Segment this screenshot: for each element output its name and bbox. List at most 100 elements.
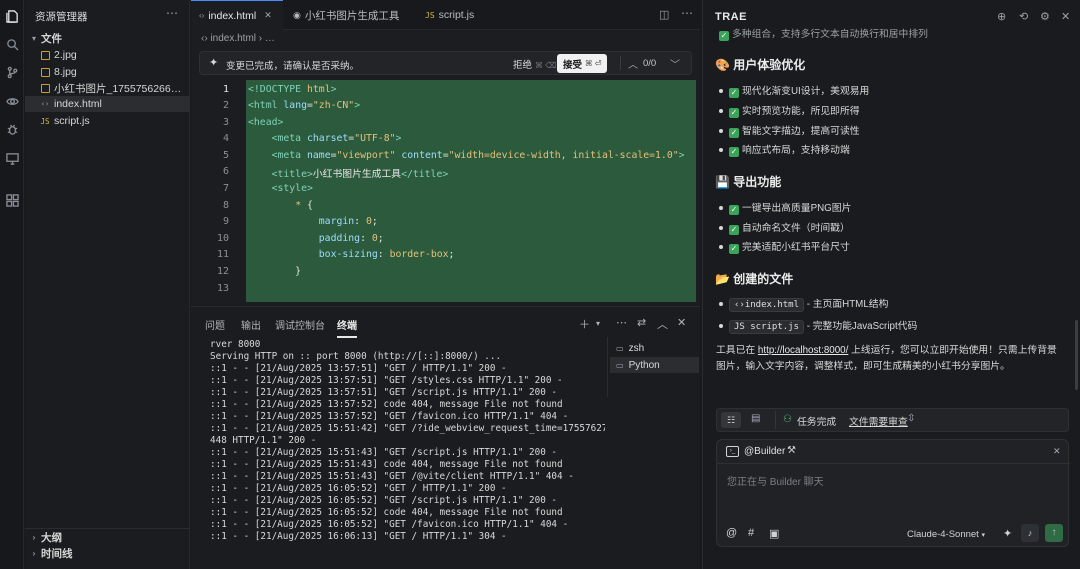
breadcrumb[interactable]: ‹› index.html › … — [201, 33, 275, 44]
search-icon[interactable] — [3, 35, 21, 53]
line-number: 12 — [216, 266, 229, 277]
timeline-label: 时间线 — [41, 547, 73, 560]
sparkle-icon[interactable]: ✦ — [1003, 527, 1012, 540]
more-icon[interactable]: ⋯ — [616, 316, 627, 329]
tree-item-8jpg[interactable]: 8.jpg — [25, 64, 190, 80]
tree-folder[interactable]: ▾ 文件 — [25, 30, 190, 46]
change-banner: ✦ 变更已完成，请确认是否采纳。 拒绝 ⌘ ⌫ 接受 ⌘ ⏎ ︿ 0/0 ﹀ — [199, 51, 692, 75]
accept-label: 接受 — [563, 59, 583, 71]
document-icon[interactable]: ▤ — [751, 413, 760, 424]
expand-icon[interactable]: ⇳ — [907, 413, 915, 424]
check-icon: ✓ — [729, 128, 739, 138]
terminal-line: ::1 - - [21/Aug/2025 13:57:52] "GET /fav… — [210, 411, 569, 422]
chevron-down-icon[interactable]: ▾ — [596, 319, 600, 328]
terminal-list: ▭ zsh ▭ Python — [607, 337, 700, 397]
preview-eye-icon[interactable] — [3, 92, 21, 110]
reject-button[interactable]: 拒绝 ⌘ ⌫ — [513, 57, 557, 71]
code-line: <html lang="zh-CN"> — [248, 100, 361, 111]
tab-preview[interactable]: ◉ 小红书图片生成工具 — [285, 0, 415, 30]
list-item-text: 自动命名文件（时间戳） — [742, 223, 850, 234]
mention-icon[interactable]: @ — [726, 527, 737, 539]
image-icon[interactable]: ▣ — [769, 527, 779, 540]
hash-icon[interactable]: # — [748, 527, 754, 539]
sync-icon[interactable]: ⇄ — [637, 316, 646, 329]
debug-icon[interactable] — [3, 120, 21, 138]
task-done-icon: ⚇ — [783, 414, 792, 425]
section-heading-files: 📂 创建的文件 — [715, 272, 794, 286]
close-icon[interactable]: ✕ — [1061, 10, 1070, 23]
tab-label: index.html — [208, 9, 257, 22]
close-icon[interactable]: ✕ — [677, 316, 686, 329]
tab-debug-console[interactable]: 调试控制台 — [275, 317, 325, 332]
more-icon[interactable]: ⋯ — [166, 6, 179, 20]
check-icon: ✓ — [729, 225, 739, 235]
add-icon[interactable]: ＋ — [579, 316, 590, 332]
list-item: ✓ 自动命名文件（时间戳） — [719, 220, 850, 235]
image-file-icon — [39, 67, 51, 77]
send-button[interactable]: ↑ — [1045, 524, 1063, 542]
tree-item-index-html[interactable]: ‹› index.html — [25, 96, 190, 112]
maximize-icon[interactable]: ︿ — [657, 316, 668, 332]
file-label: index.html — [54, 98, 102, 110]
terminal-output[interactable]: rver 8000 Serving HTTP on :: port 8000 (… — [210, 339, 605, 569]
tab-index-html[interactable]: ‹› index.html ✕ — [191, 0, 283, 30]
terminal-line: ::1 - - [21/Aug/2025 16:05:52] code 404,… — [210, 507, 563, 518]
para-text: 工具已在 — [716, 345, 758, 356]
gear-icon[interactable]: ⚙ — [1040, 10, 1050, 23]
code-line: <head> — [248, 117, 284, 128]
image-file-icon — [39, 50, 51, 60]
line-number: 1 — [222, 84, 229, 95]
close-icon[interactable]: ✕ — [264, 10, 272, 21]
more-icon[interactable]: ⋯ — [681, 6, 693, 20]
terminal-icon: ▭ — [616, 360, 624, 370]
extensions-icon[interactable] — [3, 191, 21, 209]
remote-monitor-icon[interactable] — [3, 149, 21, 167]
tab-bar: ‹› index.html ✕ ◉ 小红书图片生成工具 JS script.js ◫ ⋯ — [191, 0, 700, 30]
list-item: JS script.js - 完整功能JavaScript代码 — [719, 318, 917, 334]
code-line: padding: 0; — [318, 233, 384, 244]
terminal-line: rver 8000 — [210, 339, 261, 350]
file-label: 2.jpg — [54, 49, 77, 61]
files-icon[interactable] — [3, 7, 21, 25]
terminal-item-zsh[interactable]: ▭ zsh — [610, 340, 699, 356]
line-number: 2 — [222, 100, 229, 111]
tree-item-2jpg[interactable]: 2.jpg — [25, 47, 190, 63]
tree-item-script-js[interactable]: JS script.js — [25, 113, 190, 129]
tree-item-xhs-jpg[interactable]: 小红书图片_1755756266422.jpg — [25, 80, 190, 96]
html-file-icon: ‹› — [40, 100, 50, 108]
chat-input[interactable]: 您正在与 Builder 聊天 — [727, 473, 824, 488]
list-item: ✓ 实时预览功能，所见即所得 — [719, 103, 860, 118]
terminal-label: zsh — [628, 342, 645, 354]
tab-script-js[interactable]: JS script.js — [417, 0, 487, 30]
tab-problems[interactable]: 问题 — [205, 317, 225, 332]
accept-button[interactable]: 接受 ⌘ ⏎ — [557, 54, 608, 73]
microphone-icon[interactable]: ♪ — [1021, 524, 1039, 542]
outline-section[interactable]: › 大纲 — [25, 529, 190, 545]
localhost-link[interactable]: http://localhost:8000/ — [758, 345, 848, 356]
terminal-line: ::1 - - [21/Aug/2025 15:51:43] "GET /scr… — [210, 447, 558, 458]
scrollbar[interactable] — [1075, 320, 1078, 390]
chevron-up-icon[interactable]: ︿ — [628, 56, 638, 71]
source-control-icon[interactable] — [3, 63, 21, 81]
history-icon[interactable]: ⟲ — [1019, 10, 1028, 23]
files-review-link[interactable]: 文件需要审查 — [849, 414, 908, 428]
check-icon: ✓ — [729, 205, 739, 215]
terminal-item-python[interactable]: ▭ Python — [610, 357, 699, 373]
code-view[interactable]: 1 2 3 4 5 6 7 8 9 10 11 12 13 <!DOCTYPE … — [191, 80, 700, 302]
timeline-section[interactable]: › 时间线 — [25, 545, 190, 561]
list-view-icon[interactable]: ☷ — [721, 412, 741, 428]
model-selector[interactable]: Claude-4-Sonnet ▾ — [907, 529, 985, 540]
file-tag[interactable]: JS script.js — [729, 320, 805, 334]
tab-output[interactable]: 输出 — [241, 317, 261, 332]
split-editor-icon[interactable]: ◫ — [659, 8, 669, 21]
tab-terminal[interactable]: 终端 — [337, 317, 357, 338]
divider — [775, 411, 776, 429]
file-tag[interactable]: ‹›index.html — [729, 298, 805, 312]
chevron-down-icon[interactable]: ﹀ — [670, 56, 680, 71]
line-number: 10 — [216, 233, 229, 244]
line-number: 3 — [222, 117, 229, 128]
list-item: ✓ 现代化渐变UI设计，美观易用 — [719, 83, 869, 98]
file-label: 小红书图片_1755756266422.jpg — [54, 82, 184, 95]
close-icon[interactable]: ✕ — [1053, 446, 1061, 457]
new-chat-icon[interactable]: ⊕ — [997, 10, 1006, 23]
